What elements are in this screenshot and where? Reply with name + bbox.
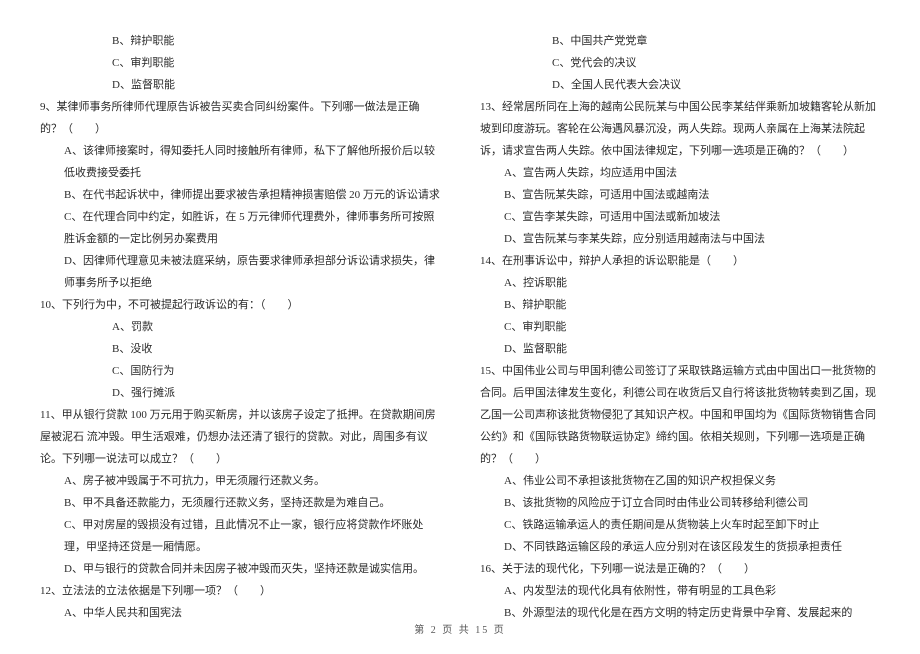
q15-opt-d: D、不同铁路运输区段的承运人应分别对在该区段发生的货损承担责任 [480,536,880,558]
q9-opt-c: C、在代理合同中约定，如胜诉，在 5 万元律师代理费外，律师事务所可按照胜诉金额… [40,206,440,250]
q14-opt-c: C、审判职能 [480,316,880,338]
left-column: B、辩护职能 C、审判职能 D、监督职能 9、某律师事务所律师代理原告诉被告买卖… [40,30,440,624]
q11-opt-b: B、甲不具备还款能力，无须履行还款义务，坚持还款是为难自己。 [40,492,440,514]
q11-opt-d: D、甲与银行的贷款合同并未因房子被冲毁而灭失，坚持还款是诚实信用。 [40,558,440,580]
q8-opt-c: C、审判职能 [40,52,440,74]
q13-opt-b: B、宣告阮某失踪，可适用中国法或越南法 [480,184,880,206]
q9-opt-a: A、该律师接案时，得知委托人同时接触所有律师，私下了解他所报价后以较低收费接受委… [40,140,440,184]
q10-opt-a: A、罚款 [40,316,440,338]
q10-opt-d: D、强行摊派 [40,382,440,404]
q12-opt-d: D、全国人民代表大会决议 [480,74,880,96]
q15-opt-c: C、铁路运输承运人的责任期间是从货物装上火车时起至卸下时止 [480,514,880,536]
q13-opt-a: A、宣告两人失踪，均应适用中国法 [480,162,880,184]
q15-stem: 15、中国伟业公司与甲国利德公司签订了采取铁路运输方式由中国出口一批货物的合同。… [480,360,880,470]
q11-stem: 11、甲从银行贷款 100 万元用于购买新房，并以该房子设定了抵押。在贷款期间房… [40,404,440,470]
page-footer: 第 2 页 共 15 页 [0,621,920,636]
q12-stem: 12、立法法的立法依据是下列哪一项？（ ） [40,580,440,602]
q13-opt-c: C、宣告李某失踪，可适用中国法或新加坡法 [480,206,880,228]
q15-opt-b: B、该批货物的风险应于订立合同时由伟业公司转移给利德公司 [480,492,880,514]
q9-opt-d: D、因律师代理意见未被法庭采纳，原告要求律师承担部分诉讼请求损失，律师事务所予以… [40,250,440,294]
q8-opt-d: D、监督职能 [40,74,440,96]
q11-opt-c: C、甲对房屋的毁损没有过错，且此情况不止一家，银行应将贷款作坏账处理，甲坚持还贷… [40,514,440,558]
q11-opt-a: A、房子被冲毁属于不可抗力，甲无须履行还款义务。 [40,470,440,492]
q15-opt-a: A、伟业公司不承担该批货物在乙国的知识产权担保义务 [480,470,880,492]
q13-opt-d: D、宣告阮某与李某失踪，应分别适用越南法与中国法 [480,228,880,250]
q16-opt-a: A、内发型法的现代化具有依附性，带有明显的工具色彩 [480,580,880,602]
q10-stem: 10、下列行为中，不可被提起行政诉讼的有：（ ） [40,294,440,316]
q14-opt-b: B、辩护职能 [480,294,880,316]
exam-page: B、辩护职能 C、审判职能 D、监督职能 9、某律师事务所律师代理原告诉被告买卖… [0,0,920,654]
q13-stem: 13、经常居所同在上海的越南公民阮某与中国公民李某结伴乘新加坡籍客轮从新加坡到印… [480,96,880,162]
q12-opt-b: B、中国共产党党章 [480,30,880,52]
q10-opt-c: C、国防行为 [40,360,440,382]
q9-opt-b: B、在代书起诉状中，律师提出要求被告承担精神损害赔偿 20 万元的诉讼请求 [40,184,440,206]
q10-opt-b: B、没收 [40,338,440,360]
q8-opt-b: B、辩护职能 [40,30,440,52]
q14-stem: 14、在刑事诉讼中，辩护人承担的诉讼职能是（ ） [480,250,880,272]
q12-opt-c: C、党代会的决议 [480,52,880,74]
q9-stem: 9、某律师事务所律师代理原告诉被告买卖合同纠纷案件。下列哪一做法是正确的？（ ） [40,96,440,140]
q14-opt-d: D、监督职能 [480,338,880,360]
q14-opt-a: A、控诉职能 [480,272,880,294]
q16-stem: 16、关于法的现代化，下列哪一说法是正确的？（ ） [480,558,880,580]
right-column: B、中国共产党党章 C、党代会的决议 D、全国人民代表大会决议 13、经常居所同… [480,30,880,624]
